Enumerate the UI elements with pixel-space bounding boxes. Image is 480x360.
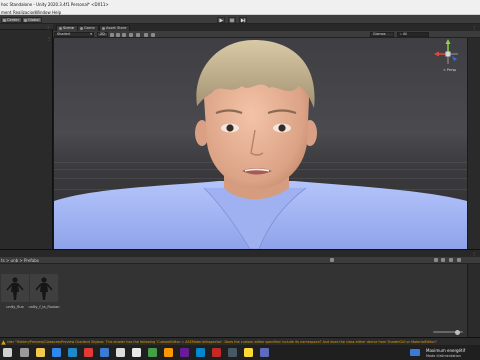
camera-settings-icon[interactable] <box>144 32 148 37</box>
step-button[interactable] <box>239 16 247 23</box>
menu-bar: ment Realizacion Window Help <box>0 8 480 15</box>
filter-by-label-icon[interactable] <box>441 258 445 262</box>
2d-toggle[interactable]: 2D <box>97 31 108 37</box>
edge-icon[interactable] <box>52 348 61 357</box>
app-icon[interactable] <box>100 348 109 357</box>
game-icon <box>79 26 83 30</box>
menu-item-window[interactable]: Window <box>35 10 51 15</box>
shading-mode-value: Shaded <box>57 31 70 36</box>
grid-toggle-icon[interactable] <box>136 32 140 37</box>
tab-game[interactable]: Game <box>77 24 99 31</box>
pivot-center-toggle[interactable]: Center <box>1 16 23 23</box>
windows-taskbar: Maximum energétif Mode d'alimentation <box>0 345 480 360</box>
star-favorite-icon[interactable] <box>449 258 453 262</box>
shading-mode-dropdown[interactable]: Shaded ▾ <box>54 31 94 37</box>
character-model[interactable] <box>54 38 467 249</box>
filter-by-type-icon[interactable] <box>434 258 438 262</box>
pause-button[interactable] <box>228 16 236 23</box>
app-icon[interactable] <box>260 348 269 357</box>
character-prefab-icon <box>6 277 24 300</box>
scene-tab-menu-icon[interactable]: ⋮ <box>472 25 476 30</box>
file-explorer-icon[interactable] <box>36 348 45 357</box>
console-status-bar[interactable]: rder "Hidden/Preview/GlassnessPreview Gr… <box>0 337 480 345</box>
play-button[interactable] <box>217 16 225 23</box>
tab-asset-store[interactable]: Asset Store <box>99 24 131 31</box>
tools-icon[interactable] <box>151 32 155 37</box>
inspector-strip <box>467 38 480 249</box>
hierarchy-menu-icon[interactable]: ⋮ <box>46 25 50 30</box>
tab-scene-label: Scene <box>63 25 74 30</box>
console-message: rder "Hidden/Preview/GlassnessPreview Gr… <box>7 339 437 344</box>
hidden-packages-icon[interactable] <box>457 258 461 262</box>
play-icon <box>219 18 223 22</box>
menu-item-help[interactable]: Help <box>52 10 61 15</box>
slider-handle[interactable] <box>455 329 460 335</box>
asset-thumbnail <box>30 274 58 302</box>
project-toolbar: ts > unb > Prefabs <box>0 257 480 264</box>
pivot-icon <box>3 18 6 22</box>
hierarchy-options-icon[interactable]: ⋮ <box>47 36 51 41</box>
scene-orientation-gizmo[interactable]: < Persp <box>430 38 466 78</box>
app-icon[interactable] <box>84 348 93 357</box>
asset-thumbnail <box>1 274 29 302</box>
character-prefab-icon <box>35 277 53 300</box>
unity-icon[interactable] <box>132 348 141 357</box>
lighting-toggle-icon[interactable] <box>110 32 114 37</box>
breadcrumb[interactable]: ts > unb > Prefabs <box>1 258 39 263</box>
app-icon[interactable] <box>228 348 237 357</box>
search-field-icon[interactable] <box>330 258 334 262</box>
gizmos-dropdown[interactable]: Gizmos <box>370 31 394 37</box>
hierarchy-header: ⋮ <box>0 24 53 30</box>
power-mode-notification[interactable]: Maximum energétif <box>426 348 465 353</box>
audio-toggle-icon[interactable] <box>116 32 120 37</box>
asset-store-icon <box>101 26 105 30</box>
title-bar: hoc Standalone - Unity 2020.3.4f1 Person… <box>0 0 480 8</box>
scene-tab-strip: Scene Game Asset Store ⋮ <box>53 24 480 31</box>
menu-item-component[interactable]: ment <box>1 10 11 15</box>
project-assets-grid: unity_flux unity_f_la_fluxion <box>0 264 467 337</box>
effects-toggle-icon[interactable] <box>122 32 126 37</box>
step-icon <box>241 18 246 22</box>
scene-icon <box>58 26 62 30</box>
battery-icon[interactable] <box>410 349 420 356</box>
asset-name: unity_flux <box>6 305 24 309</box>
scene-toolbar: Shaded ▾ 2D Gizmos ⌕ All <box>53 31 480 38</box>
window-title: hoc Standalone - Unity 2020.3.4f1 Person… <box>1 1 109 7</box>
globe-icon <box>24 18 27 22</box>
chevron-down-icon: ▾ <box>90 31 92 36</box>
axis-gizmo-icon <box>434 39 458 64</box>
scene-viewport[interactable] <box>54 38 467 249</box>
app-icon[interactable] <box>148 348 157 357</box>
tab-asset-store-label: Asset Store <box>106 25 127 30</box>
warning-icon <box>1 339 6 345</box>
tab-scene[interactable]: Scene <box>56 24 78 31</box>
project-tab-menu-icon[interactable]: ⋮ <box>472 251 476 256</box>
search-icon[interactable] <box>3 348 12 357</box>
scene-search-placeholder: All <box>402 31 408 36</box>
pivot-rotation-toggle[interactable]: Global <box>22 16 43 23</box>
tab-game-label: Game <box>84 25 95 30</box>
scene-search-field[interactable]: ⌕ All <box>397 31 429 37</box>
gizmos-label: Gizmos <box>373 31 386 36</box>
projection-label[interactable]: < Persp <box>443 68 456 72</box>
project-scrollbar[interactable] <box>467 264 480 337</box>
menu-item-realizacion[interactable]: Realizacion <box>13 10 36 15</box>
hidden-objects-icon[interactable] <box>129 32 133 37</box>
main-toolbar: Center Global <box>0 15 480 24</box>
app-icon[interactable] <box>180 348 189 357</box>
hierarchy-panel: ⋮ ⋮ <box>0 24 53 249</box>
app-icon[interactable] <box>244 348 253 357</box>
app-icon[interactable] <box>212 348 221 357</box>
app-icon[interactable] <box>68 348 77 357</box>
asset-name: unity_f_la_fluxion <box>28 305 60 309</box>
task-view-icon[interactable] <box>20 348 29 357</box>
app-icon[interactable] <box>196 348 205 357</box>
unity-hub-icon[interactable] <box>116 348 125 357</box>
project-tab-strip: ⋮ <box>0 249 480 257</box>
power-mode-subtitle: Mode d'alimentation <box>426 353 461 358</box>
pivot-global-label: Global <box>28 17 40 22</box>
pivot-center-label: Center <box>7 17 20 22</box>
pause-icon <box>230 18 234 22</box>
app-icon[interactable] <box>164 348 173 357</box>
